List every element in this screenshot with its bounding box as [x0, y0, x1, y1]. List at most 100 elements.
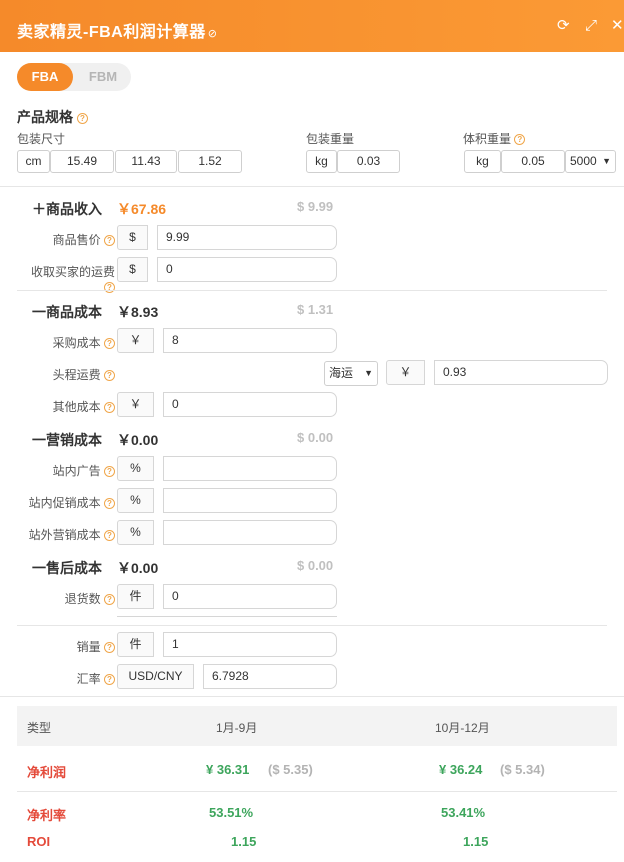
promo-label: 站内促销成本 [28, 496, 101, 510]
other-currency: ￥ [117, 392, 154, 417]
net-profit-p1-usd: ($ 5.35) [268, 762, 313, 777]
returns-unit: 件 [117, 584, 154, 609]
external-label: 站外营销成本 [28, 528, 101, 542]
price-label-wrap: 商品售价 ? [17, 231, 115, 248]
net-profit-p2: ¥ 36.24 [439, 762, 483, 777]
help-icon[interactable]: ? [104, 594, 115, 606]
mode-toggle: FBA FBM [17, 63, 131, 91]
expand-icon[interactable]: ⤢ [585, 18, 597, 34]
purchase-currency: ￥ [117, 328, 154, 353]
size-unit: cm [17, 150, 50, 173]
divider [17, 290, 607, 291]
marketing-value: ￥0.00 [117, 432, 159, 448]
help-icon[interactable]: ? [104, 370, 115, 382]
window-title-text: 卖家精灵-FBA利润计算器 [17, 24, 206, 41]
col-period-1: 1月-9月 [216, 721, 258, 735]
height-input[interactable]: 1.52 [178, 150, 242, 173]
freight-currency: ￥ [386, 360, 425, 385]
package-weight-label: 包装重量 [306, 132, 355, 146]
shipping-label: 收取买家的运费 [30, 265, 115, 279]
help-icon[interactable]: ? [104, 235, 115, 247]
aftersale-usd: $ 0.00 [297, 558, 334, 573]
net-profit-p1: ¥ 36.31 [206, 762, 250, 777]
help-icon[interactable]: ? [104, 642, 115, 654]
help-icon[interactable]: ? [104, 402, 115, 414]
marketing-title[interactable]: 一营销成本 [32, 430, 102, 450]
freight-mode-value: 海运 [329, 366, 354, 380]
help-icon[interactable]: ? [104, 338, 115, 350]
roi-p2: 1.15 [463, 834, 489, 849]
length-input[interactable]: 15.49 [50, 150, 114, 173]
divider [17, 625, 607, 626]
revenue-title[interactable]: ＋商品收入 [32, 199, 102, 219]
ads-unit: % [117, 456, 154, 481]
rate-input[interactable]: 6.7928 [203, 664, 337, 689]
purchase-input[interactable]: 8 [163, 328, 337, 353]
title-bar: 卖家精灵-FBA利润计算器 ⊘ ⟳ ⤢ ✕ [0, 0, 624, 52]
help-icon[interactable]: ? [104, 466, 115, 478]
minus-icon: 一 [32, 432, 46, 448]
price-currency: $ [117, 225, 148, 250]
promo-unit: % [117, 488, 154, 513]
promo-label-wrap: 站内促销成本 ? [17, 494, 115, 511]
freight-mode-select[interactable]: 海运 ▼ [324, 361, 378, 386]
rate-pair: USD/CNY [117, 664, 194, 689]
cost-value: ￥8.93 [117, 304, 159, 320]
other-input[interactable]: 0 [163, 392, 337, 417]
external-input[interactable] [163, 520, 337, 545]
window-title: 卖家精灵-FBA利润计算器 ⊘ [17, 18, 217, 42]
aftersale-title[interactable]: 一售后成本 [32, 558, 102, 578]
divider [17, 791, 617, 792]
help-icon[interactable]: ? [514, 134, 526, 146]
plus-icon: ＋ [32, 201, 46, 217]
help-icon[interactable]: ? [76, 112, 88, 124]
vol-weight-label: 体积重量 [463, 132, 512, 146]
spec-title: 产品规格 [17, 109, 73, 125]
roi-p1: 1.15 [231, 834, 257, 849]
rate-label-wrap: 汇率 ? [17, 670, 115, 687]
weight-input[interactable]: 0.03 [337, 150, 400, 173]
returns-input[interactable]: 0 [163, 584, 337, 609]
cost-title[interactable]: 一商品成本 [32, 302, 102, 322]
chevron-down-icon: ▼ [602, 156, 611, 166]
help-icon[interactable]: ? [104, 498, 115, 510]
divider [0, 696, 624, 697]
marketing-title-text: 营销成本 [46, 432, 102, 448]
divisor-select[interactable]: 5000 ▼ [565, 150, 616, 173]
row-label-roi: ROI [27, 834, 51, 849]
aftersale-value: ￥0.00 [117, 560, 159, 576]
volume-input[interactable]: 1 [163, 632, 337, 657]
revenue-value: ￥67.86 [117, 201, 167, 217]
ads-label-wrap: 站内广告 ? [17, 462, 115, 479]
freight-label: 头程运费 [52, 368, 101, 382]
close-icon[interactable]: ✕ [611, 18, 624, 34]
width-input[interactable]: 11.43 [115, 150, 177, 173]
price-input[interactable]: 9.99 [157, 225, 337, 250]
price-label: 商品售价 [52, 233, 101, 247]
refresh-icon[interactable]: ⟳ [557, 18, 570, 34]
revenue-title-text: 商品收入 [46, 201, 102, 217]
clipped-row-edge [117, 616, 337, 617]
mode-fbm-button[interactable]: FBM [75, 63, 131, 91]
col-period-2: 10月-12月 [435, 721, 490, 735]
promo-input[interactable] [163, 488, 337, 513]
help-icon[interactable]: ? [104, 674, 115, 686]
row-label-net-margin: 净利率 [27, 808, 67, 823]
cost-usd: $ 1.31 [297, 302, 334, 317]
freight-label-wrap: 头程运费 ? [17, 366, 115, 383]
volume-label: 销量 [76, 640, 101, 654]
other-label-wrap: 其他成本 ? [17, 398, 115, 415]
freight-input[interactable]: 0.93 [434, 360, 608, 385]
link-icon[interactable]: ⊘ [208, 28, 218, 40]
vol-weight-value: 0.05 [501, 150, 565, 173]
help-icon[interactable]: ? [104, 530, 115, 542]
col-type: 类型 [27, 721, 52, 735]
net-margin-p1: 53.51% [209, 805, 254, 820]
net-margin-p2: 53.41% [441, 805, 486, 820]
returns-label-wrap: 退货数 ? [17, 590, 115, 607]
help-icon[interactable]: ? [104, 282, 115, 294]
shipping-input[interactable]: 0 [157, 257, 337, 282]
external-label-wrap: 站外营销成本 ? [17, 526, 115, 543]
ads-input[interactable] [163, 456, 337, 481]
mode-fba-button[interactable]: FBA [17, 63, 73, 91]
